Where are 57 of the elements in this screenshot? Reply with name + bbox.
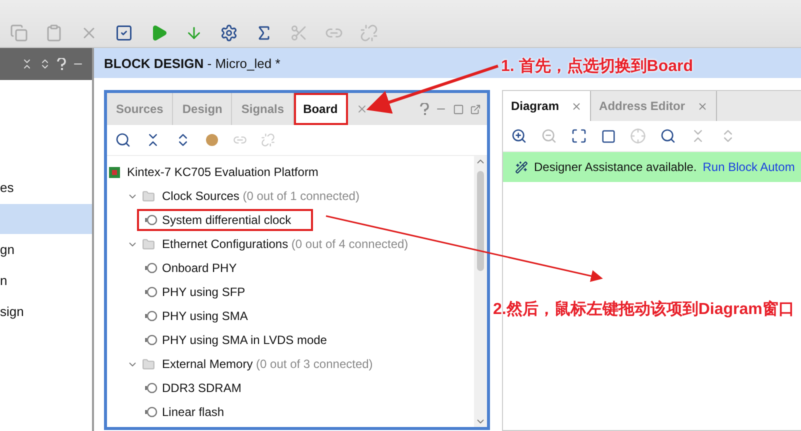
tree-item[interactable]: Kintex-7 KC705 Evaluation Platform bbox=[124, 163, 322, 181]
tree-item[interactable]: External Memory (0 out of 3 connected) bbox=[159, 355, 376, 373]
expand-icon[interactable] bbox=[39, 58, 51, 70]
tree-row[interactable]: Linear flash bbox=[137, 401, 246, 423]
help-icon[interactable] bbox=[57, 58, 66, 70]
board-icon bbox=[109, 166, 120, 178]
port-icon bbox=[145, 382, 158, 394]
zoom-out-icon[interactable] bbox=[541, 128, 557, 144]
collapse-icon[interactable] bbox=[21, 58, 33, 70]
tree-item[interactable]: Onboard PHY bbox=[162, 261, 237, 275]
tree-row[interactable]: PHY using SMA in LVDS mode bbox=[137, 329, 349, 351]
close-icon[interactable] bbox=[571, 100, 582, 112]
tree-item[interactable]: System differential clock bbox=[162, 213, 292, 227]
tab[interactable]: Diagram bbox=[503, 91, 592, 121]
tree-row[interactable]: Onboard PHY bbox=[137, 257, 259, 279]
scrollbar-thumb[interactable] bbox=[477, 171, 484, 271]
tree-item[interactable]: Ethernet Configurations (0 out of 4 connected) bbox=[159, 235, 412, 253]
annotation-text: 1. 首先，点选切换到Board bbox=[501, 56, 694, 77]
folder-icon bbox=[142, 190, 155, 202]
port-icon bbox=[145, 286, 158, 298]
tree-row[interactable]: PHY using SFP bbox=[137, 281, 268, 303]
tree-row[interactable]: DDR3 SDRAM bbox=[137, 377, 264, 399]
annotation-text: 2.然后，鼠标左键拖动该项到Diagram窗口 bbox=[493, 299, 794, 320]
close-icon[interactable] bbox=[356, 103, 368, 115]
sidebar-item[interactable]: es bbox=[0, 173, 92, 203]
sidebar-item[interactable]: sign bbox=[0, 297, 92, 327]
tree-item[interactable]: PHY using SMA bbox=[162, 309, 248, 323]
tab[interactable]: Board bbox=[294, 93, 348, 125]
zoom-in-icon[interactable] bbox=[511, 128, 527, 144]
close-icon[interactable] bbox=[697, 100, 708, 112]
sidebar-item[interactable]: n bbox=[0, 266, 92, 296]
help-icon[interactable] bbox=[420, 103, 429, 115]
port-icon bbox=[145, 406, 158, 418]
disconnect-icon[interactable] bbox=[261, 133, 275, 147]
run-automation-link[interactable]: Run Block Autom bbox=[702, 160, 795, 174]
fit-icon[interactable] bbox=[571, 128, 587, 144]
port-icon bbox=[145, 214, 158, 226]
search-icon[interactable] bbox=[115, 132, 131, 148]
port-icon bbox=[145, 334, 158, 346]
float-icon[interactable] bbox=[470, 104, 481, 114]
tree-item[interactable]: Linear flash bbox=[162, 405, 224, 419]
crosshair-icon[interactable] bbox=[630, 128, 646, 144]
banner-text: Designer Assistance available. bbox=[534, 160, 697, 174]
tree-item[interactable]: PHY using SMA in LVDS mode bbox=[162, 333, 327, 347]
tree-item[interactable]: Clock Sources (0 out of 1 connected) bbox=[159, 187, 362, 205]
folder-icon bbox=[142, 358, 155, 370]
port-icon bbox=[145, 262, 158, 274]
maximize-icon[interactable] bbox=[453, 104, 464, 114]
highlight-frame[interactable]: System differential clock bbox=[137, 209, 314, 231]
tree-row[interactable]: PHY using SMA bbox=[137, 305, 270, 327]
port-icon bbox=[145, 310, 158, 322]
sidebar-item[interactable]: gn bbox=[0, 235, 92, 265]
wand-icon bbox=[515, 160, 528, 174]
tree-item[interactable]: PHY using SFP bbox=[162, 285, 246, 299]
tree-item[interactable]: DDR3 SDRAM bbox=[162, 381, 242, 395]
search-icon[interactable] bbox=[660, 128, 676, 144]
folder-icon bbox=[142, 238, 155, 250]
